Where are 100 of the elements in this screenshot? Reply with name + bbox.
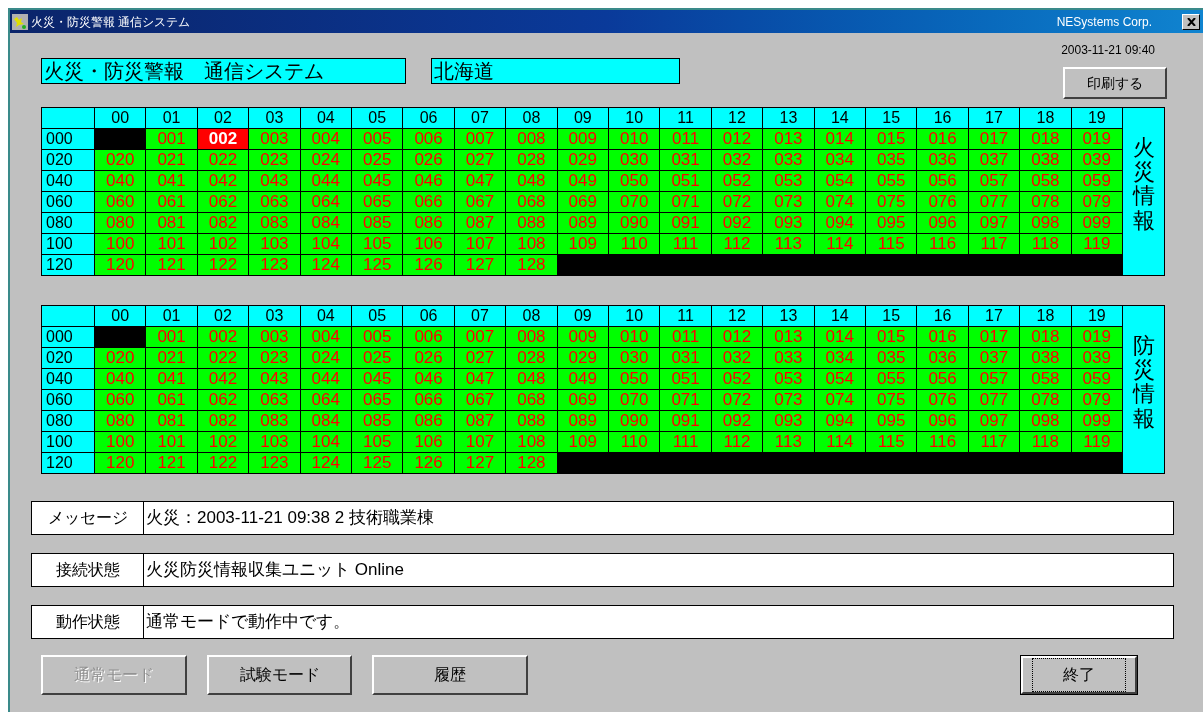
sensor-cell: 068 [506, 390, 557, 410]
sensor-cell: 049 [557, 369, 608, 389]
sensor-cell: 088 [506, 411, 557, 431]
column-header: 00 [95, 306, 146, 326]
sensor-cell: 108 [506, 432, 557, 452]
exit-button[interactable]: 終了 [1020, 655, 1138, 695]
sensor-cell: 118 [1020, 234, 1071, 254]
sensor-cell: 023 [249, 348, 300, 368]
sensor-cell: 002 [197, 129, 249, 149]
column-header: 13 [763, 108, 814, 128]
sensor-cell: 007 [454, 327, 506, 347]
corner-cell [42, 108, 94, 128]
column-header: 03 [249, 108, 300, 128]
sensor-cell: 090 [609, 411, 660, 431]
sensor-cell: 022 [197, 348, 249, 368]
sensor-cell: 034 [814, 348, 865, 368]
row-header: 000 [42, 327, 94, 347]
sensor-cell: 042 [197, 369, 249, 389]
sensor-cell: 044 [300, 171, 351, 191]
sensor-cell: 020 [95, 348, 146, 368]
sensor-cell: 128 [506, 453, 557, 473]
sensor-cell: 045 [352, 171, 403, 191]
sensor-cell: 094 [814, 411, 865, 431]
sensor-cell: 043 [249, 369, 300, 389]
sensor-cell: 099 [1071, 411, 1122, 431]
sensor-cell: 027 [454, 150, 506, 170]
sensor-cell: 051 [660, 171, 711, 191]
sensor-cell: 075 [866, 192, 917, 212]
sensor-cell: 035 [866, 150, 917, 170]
sensor-cell: 039 [1071, 348, 1122, 368]
sensor-cell: 025 [352, 150, 403, 170]
sensor-cell: 067 [454, 390, 506, 410]
sensor-cell: 088 [506, 213, 557, 233]
sensor-cell: 102 [197, 432, 249, 452]
sensor-cell: 035 [866, 348, 917, 368]
sensor-cell: 111 [660, 234, 711, 254]
close-icon [1186, 17, 1196, 26]
system-name-label: 火災・防災警報 通信システム [41, 58, 406, 84]
sensor-cell: 106 [403, 234, 454, 254]
sensor-cell: 037 [968, 150, 1020, 170]
sensor-cell: 084 [300, 213, 351, 233]
sensor-cell: 039 [1071, 150, 1122, 170]
sensor-cell: 111 [660, 432, 711, 452]
sensor-cell: 032 [711, 348, 763, 368]
sensor-cell: 008 [506, 327, 557, 347]
sensor-cell: 026 [403, 348, 454, 368]
sensor-cell: 106 [403, 432, 454, 452]
sensor-cell: 059 [1071, 369, 1122, 389]
column-header: 04 [300, 306, 351, 326]
column-header: 01 [146, 108, 197, 128]
column-header: 05 [352, 108, 403, 128]
sensor-cell: 066 [403, 390, 454, 410]
sensor-cell: 013 [763, 129, 814, 149]
sensor-cell: 031 [660, 150, 711, 170]
sensor-cell: 096 [917, 213, 968, 233]
sensor-cell: 034 [814, 150, 865, 170]
row-header: 060 [42, 390, 94, 410]
column-header: 17 [968, 108, 1020, 128]
field-value: 火災：2003-11-21 09:38 2 技術職業棟 [145, 507, 435, 529]
sensor-cell: 059 [1071, 171, 1122, 191]
column-header: 09 [557, 306, 608, 326]
sensor-cell: 094 [814, 213, 865, 233]
column-header: 12 [711, 108, 763, 128]
sensor-cell: 022 [197, 150, 249, 170]
sensor-cell: 052 [711, 171, 763, 191]
mode-button[interactable]: 試験モード [207, 655, 352, 695]
column-header: 19 [1071, 108, 1122, 128]
close-button[interactable] [1182, 13, 1200, 30]
sensor-cell: 072 [711, 192, 763, 212]
sensor-cell: 048 [506, 171, 557, 191]
sensor-cell: 071 [660, 390, 711, 410]
print-button[interactable]: 印刷する [1063, 67, 1167, 99]
sensor-cell: 118 [1020, 432, 1071, 452]
mode-button[interactable]: 履歴 [372, 655, 528, 695]
sensor-cell: 105 [352, 234, 403, 254]
sensor-cell: 074 [814, 192, 865, 212]
sensor-cell: 046 [403, 171, 454, 191]
column-header: 09 [557, 108, 608, 128]
row-header: 040 [42, 369, 94, 389]
sensor-cell: 033 [763, 150, 814, 170]
row-header: 120 [42, 453, 94, 473]
column-header: 05 [352, 306, 403, 326]
sensor-cell: 117 [968, 432, 1020, 452]
region-label: 北海道 [431, 58, 680, 84]
sensor-cell: 114 [814, 234, 865, 254]
sensor-cell: 110 [609, 234, 660, 254]
sensor-cell: 113 [763, 234, 814, 254]
sensor-cell: 014 [814, 129, 865, 149]
sensor-cell: 015 [866, 327, 917, 347]
sensor-cell: 103 [249, 234, 300, 254]
sensor-cell: 060 [95, 390, 146, 410]
sensor-cell: 056 [917, 171, 968, 191]
sensor-cell: 107 [454, 234, 506, 254]
sensor-cell: 063 [249, 390, 300, 410]
column-header: 16 [917, 108, 968, 128]
sensor-cell: 124 [300, 453, 351, 473]
sensor-cell: 054 [814, 369, 865, 389]
sensor-cell: 054 [814, 171, 865, 191]
sensor-cell: 041 [146, 171, 197, 191]
sensor-cell: 100 [95, 234, 146, 254]
